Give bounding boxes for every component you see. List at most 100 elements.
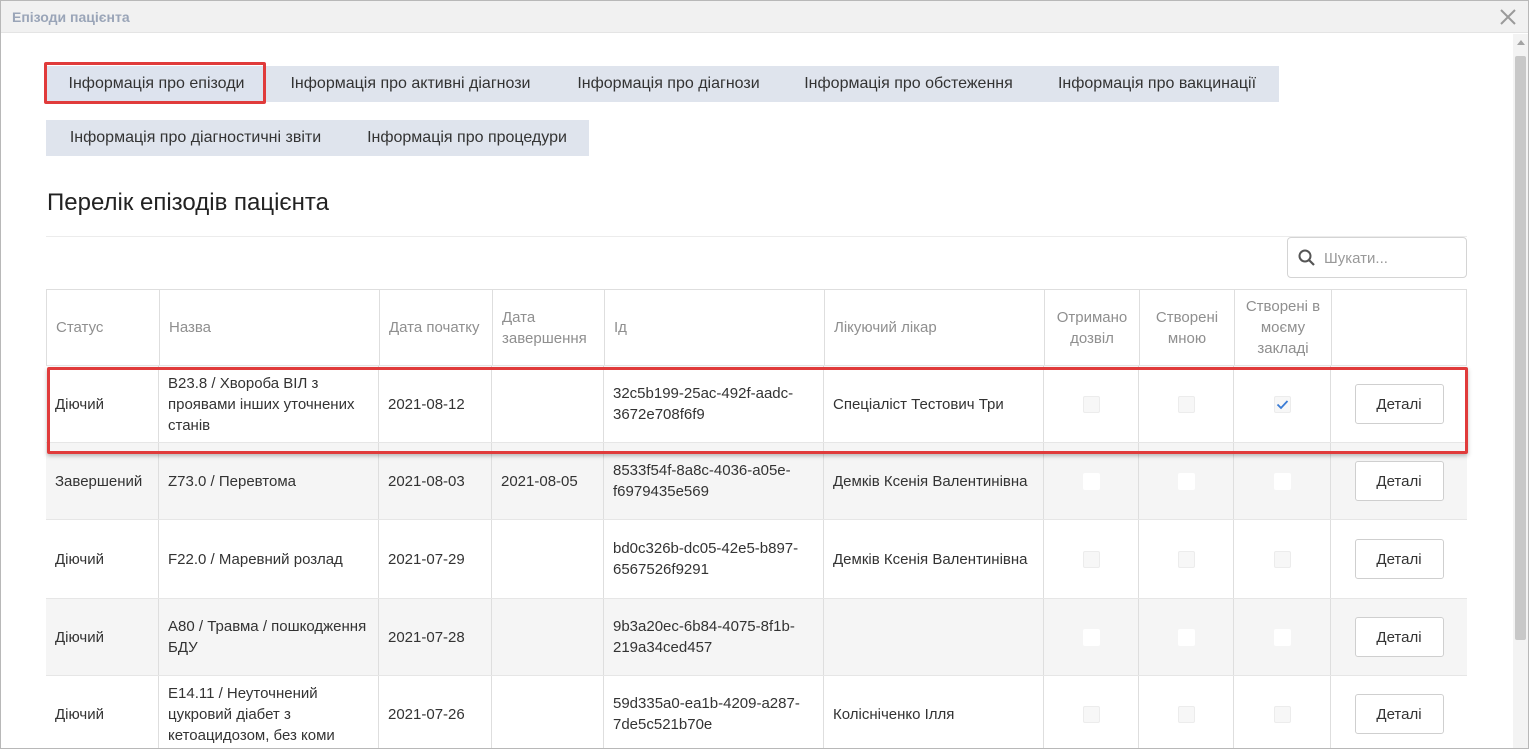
created-by-me-checkbox[interactable] bbox=[1177, 705, 1195, 723]
table-row[interactable]: Діючий A80 / Травма / пошкодження БДУ 2021… bbox=[46, 599, 1467, 676]
permission-checkbox-cell bbox=[1044, 366, 1139, 442]
details-button[interactable]: Деталі bbox=[1354, 384, 1444, 424]
table-row[interactable]: Діючий B23.8 / Хвороба ВІЛ з проявами інш… bbox=[46, 366, 1467, 443]
created-by-me-checkbox-cell bbox=[1139, 443, 1234, 519]
episode-id-cell: 9b3a20ec-6b84-4075-8f1b-219a34ced457 bbox=[604, 599, 824, 675]
created-by-me-checkbox[interactable] bbox=[1177, 472, 1195, 490]
created-by-me-checkbox-cell bbox=[1139, 520, 1234, 598]
close-icon[interactable] bbox=[1495, 4, 1521, 30]
permission-checkbox-cell bbox=[1044, 520, 1139, 598]
status-cell: Діючий bbox=[46, 366, 159, 442]
start-date-cell: 2021-08-03 bbox=[379, 443, 492, 519]
created-in-facility-checkbox[interactable] bbox=[1273, 628, 1291, 646]
start-date-cell: 2021-08-12 bbox=[379, 366, 492, 442]
header-id[interactable]: Ід bbox=[605, 290, 825, 365]
status-cell: Завершений bbox=[46, 443, 159, 519]
details-button[interactable]: Деталі bbox=[1354, 617, 1444, 657]
episode-name-cell: F22.0 / Маревний розлад bbox=[159, 520, 379, 598]
details-button[interactable]: Деталі bbox=[1354, 694, 1444, 734]
end-date-cell bbox=[492, 366, 604, 442]
created-in-facility-checkbox-cell bbox=[1234, 520, 1331, 598]
created-by-me-checkbox-cell bbox=[1139, 366, 1234, 442]
permission-checkbox-cell bbox=[1044, 676, 1139, 748]
episode-id-cell: 32c5b199-25ac-492f-aadc-3672e708f6f9 bbox=[604, 366, 824, 442]
header-doctor[interactable]: Лікуючий лікар bbox=[825, 290, 1045, 365]
episode-name-cell: B23.8 / Хвороба ВІЛ з проявами інших уто… bbox=[159, 366, 379, 442]
episodes-dialog: Епізоди пацієнта Інформація про епізоди … bbox=[0, 0, 1529, 749]
header-status[interactable]: Статус bbox=[47, 290, 160, 365]
actions-cell: Деталі bbox=[1331, 366, 1467, 442]
status-cell: Діючий bbox=[46, 599, 159, 675]
tab-diagnostic-reports[interactable]: Інформація про діагностичні звіти bbox=[46, 120, 345, 156]
actions-cell: Деталі bbox=[1331, 443, 1467, 519]
header-start-date[interactable]: Дата початку bbox=[380, 290, 493, 365]
doctor-cell bbox=[824, 599, 1044, 675]
dialog-title: Епізоди пацієнта bbox=[12, 9, 130, 25]
details-button[interactable]: Деталі bbox=[1354, 461, 1444, 501]
tab-vaccinations[interactable]: Інформація про вакцинації bbox=[1035, 66, 1279, 102]
created-by-me-checkbox-cell bbox=[1139, 676, 1234, 748]
status-cell: Діючий bbox=[46, 676, 159, 748]
vertical-scrollbar[interactable] bbox=[1513, 34, 1528, 748]
created-in-facility-checkbox-cell bbox=[1234, 599, 1331, 675]
header-created-by-me[interactable]: Створені мною bbox=[1140, 290, 1235, 365]
start-date-cell: 2021-07-26 bbox=[379, 676, 492, 748]
scrollbar-thumb[interactable] bbox=[1515, 56, 1526, 640]
created-by-me-checkbox[interactable] bbox=[1177, 395, 1195, 413]
created-by-me-checkbox[interactable] bbox=[1177, 628, 1195, 646]
doctor-cell: Спеціаліст Тестович Три bbox=[824, 366, 1044, 442]
dialog-titlebar: Епізоди пацієнта bbox=[1, 1, 1528, 33]
header-name[interactable]: Назва bbox=[160, 290, 380, 365]
created-by-me-checkbox-cell bbox=[1139, 599, 1234, 675]
checkmark-icon bbox=[1276, 399, 1288, 409]
permission-checkbox[interactable] bbox=[1082, 395, 1100, 413]
search-input[interactable] bbox=[1324, 246, 1459, 270]
header-end-date[interactable]: Дата завершення bbox=[493, 290, 605, 365]
header-created-in-facility[interactable]: Створені в моєму закладі bbox=[1235, 290, 1332, 365]
header-permission[interactable]: Отримано дозвіл bbox=[1045, 290, 1140, 365]
tab-episodes[interactable]: Інформація про епізоди bbox=[47, 66, 266, 102]
table-row[interactable]: Діючий E14.11 / Неуточнений цукровий діаб… bbox=[46, 676, 1467, 748]
permission-checkbox[interactable] bbox=[1082, 472, 1100, 490]
episode-id-cell: 8533f54f-8a8c-4036-a05e-f6979435e569 bbox=[604, 443, 824, 519]
tab-observations[interactable]: Інформація про обстеження bbox=[782, 66, 1035, 102]
table-row[interactable]: Діючий F22.0 / Маревний розлад 2021-07-29 b… bbox=[46, 520, 1467, 599]
episode-id-cell: 59d335a0-ea1b-4209-a287-7de5c521b70e bbox=[604, 676, 824, 748]
created-in-facility-checkbox-cell bbox=[1234, 676, 1331, 748]
created-in-facility-checkbox[interactable] bbox=[1273, 395, 1291, 413]
actions-cell: Деталі bbox=[1331, 599, 1467, 675]
created-in-facility-checkbox[interactable] bbox=[1273, 550, 1291, 568]
tab-procedures[interactable]: Інформація про процедури bbox=[345, 120, 589, 156]
actions-cell: Деталі bbox=[1331, 676, 1467, 748]
tab-diagnoses[interactable]: Інформація про діагнози bbox=[555, 66, 782, 102]
header-actions bbox=[1332, 290, 1468, 365]
created-in-facility-checkbox[interactable] bbox=[1273, 472, 1291, 490]
scroll-up-arrow-icon[interactable] bbox=[1517, 40, 1525, 45]
table-header: Статус Назва Дата початку Дата завершенн… bbox=[46, 289, 1467, 366]
search-box[interactable] bbox=[1287, 237, 1467, 278]
divider bbox=[46, 236, 1467, 237]
end-date-cell bbox=[492, 599, 604, 675]
permission-checkbox[interactable] bbox=[1082, 705, 1100, 723]
end-date-cell bbox=[492, 676, 604, 748]
start-date-cell: 2021-07-29 bbox=[379, 520, 492, 598]
created-in-facility-checkbox[interactable] bbox=[1273, 705, 1291, 723]
table-row[interactable]: Завершений Z73.0 / Перевтома 2021-08-03 202… bbox=[46, 443, 1467, 520]
tab-active-diagnoses[interactable]: Інформація про активні діагнози bbox=[266, 66, 555, 102]
episode-name-cell: Z73.0 / Перевтома bbox=[159, 443, 379, 519]
created-in-facility-checkbox-cell bbox=[1234, 366, 1331, 442]
permission-checkbox-cell bbox=[1044, 443, 1139, 519]
search-icon bbox=[1298, 249, 1315, 266]
details-button[interactable]: Деталі bbox=[1354, 539, 1444, 579]
created-in-facility-checkbox-cell bbox=[1234, 443, 1331, 519]
start-date-cell: 2021-07-28 bbox=[379, 599, 492, 675]
episode-name-cell: E14.11 / Неуточнений цукровий діабет з к… bbox=[159, 676, 379, 748]
permission-checkbox[interactable] bbox=[1082, 550, 1100, 568]
status-cell: Діючий bbox=[46, 520, 159, 598]
permission-checkbox-cell bbox=[1044, 599, 1139, 675]
created-by-me-checkbox[interactable] bbox=[1177, 550, 1195, 568]
episode-name-cell: A80 / Травма / пошкодження БДУ bbox=[159, 599, 379, 675]
doctor-cell: Демків Ксенія Валентинівна bbox=[824, 443, 1044, 519]
end-date-cell bbox=[492, 520, 604, 598]
permission-checkbox[interactable] bbox=[1082, 628, 1100, 646]
